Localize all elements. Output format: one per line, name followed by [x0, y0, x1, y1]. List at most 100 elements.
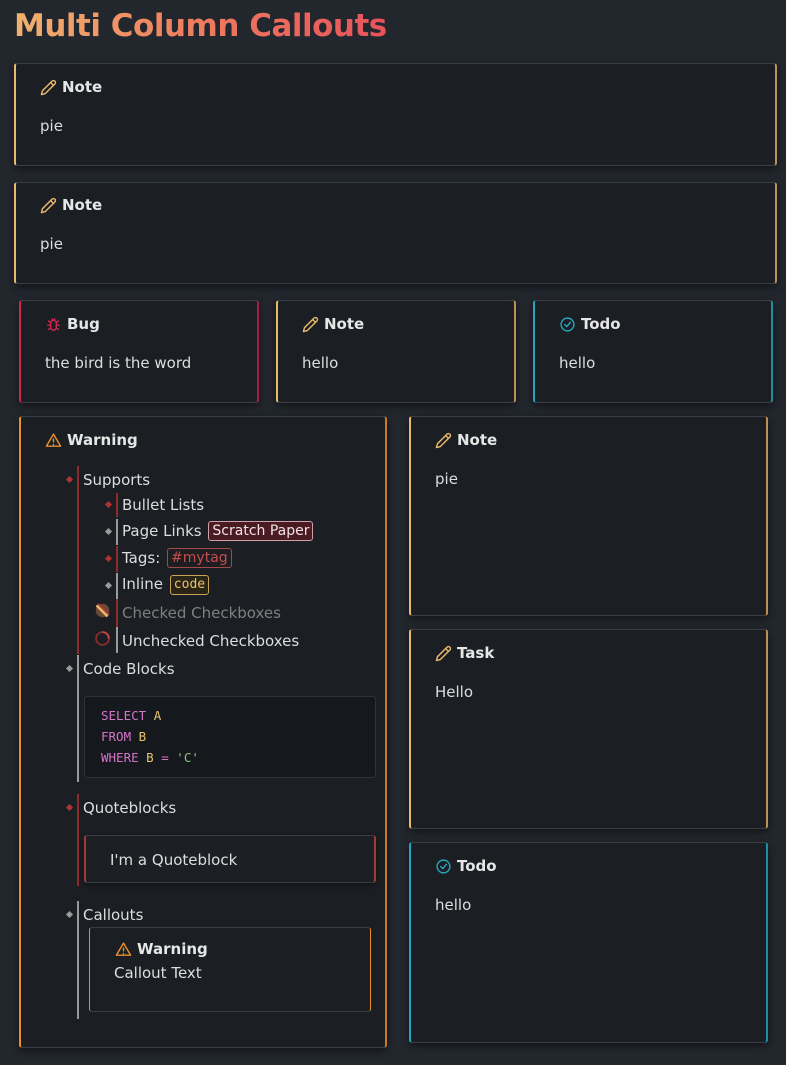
check-circle-icon [436, 858, 451, 874]
bullet [104, 527, 113, 536]
callout-title-text: Todo [581, 315, 621, 333]
code-keyword: FROM [101, 729, 132, 744]
callout-title[interactable]: Todo [435, 857, 497, 875]
callout-note: Note hello [276, 300, 516, 403]
callout-title[interactable]: Note [302, 315, 364, 333]
code-string: 'C' [176, 750, 199, 765]
code-identifier: A [153, 708, 162, 723]
indent-guide [77, 901, 79, 1019]
pencil-icon [40, 79, 57, 95]
callout-title[interactable]: Note [40, 78, 102, 96]
callout-title-text: Note [62, 78, 103, 96]
inline-code: code [169, 575, 210, 595]
callout-body: pie [40, 235, 63, 253]
list-item: Inline code [122, 575, 210, 595]
list-item: Tags: #mytag [122, 548, 232, 568]
callout-body: Hello [435, 683, 474, 701]
list-item-label: Page Links [122, 522, 202, 540]
indent-guide [116, 546, 118, 572]
pencil-icon [302, 316, 319, 332]
list-item: Page Links Scratch Paper [122, 521, 314, 541]
callout-todo: Todo hello [533, 300, 773, 403]
callout-note: Note pie [14, 182, 777, 284]
callout-task: Task Hello [409, 629, 768, 829]
bullet [104, 500, 113, 509]
callout-title[interactable]: Bug [45, 315, 100, 333]
callout-body: hello [302, 354, 339, 372]
indent-guide [77, 466, 79, 654]
callout-title[interactable]: Warning [115, 940, 208, 958]
callout-body: Callout Text [114, 964, 202, 982]
code-keyword: SELECT [101, 708, 147, 723]
indent-guide [116, 519, 118, 545]
callout-body: hello [435, 896, 472, 914]
callout-body: pie [40, 117, 63, 135]
list-item-label: Inline [122, 575, 164, 593]
bullet [65, 910, 74, 919]
callout-title[interactable]: Task [435, 644, 494, 662]
checked-checkbox-icon[interactable] [94, 602, 111, 619]
callout-body: the bird is the word [45, 354, 192, 372]
callout-title-text: Note [62, 196, 103, 214]
bug-icon [47, 317, 60, 331]
page-link[interactable]: Scratch Paper [208, 521, 314, 541]
callout-todo: Todo hello [409, 842, 768, 1043]
callout-title-text: Note [457, 431, 498, 449]
list-item-label: Tags: [122, 549, 161, 567]
code-block: SELECT A FROM B WHERE B = 'C' [84, 696, 376, 778]
callout-title-text: Todo [457, 857, 497, 875]
pencil-icon [435, 432, 452, 448]
list-item: Supports [83, 471, 151, 489]
callout-body: pie [435, 470, 458, 488]
list-item: Code Blocks [83, 660, 175, 678]
callout-title-text: Note [324, 315, 365, 333]
callout-note: Note pie [409, 416, 768, 616]
callout-title-text: Bug [67, 315, 100, 333]
warning-icon [45, 432, 62, 447]
code-line: SELECT A [101, 708, 161, 723]
bullet [104, 581, 113, 590]
code-identifier: B [138, 729, 147, 744]
callout-title[interactable]: Todo [559, 315, 621, 333]
bullet [104, 554, 113, 563]
callout-body: hello [559, 354, 596, 372]
list-item-unchecked: Unchecked Checkboxes [122, 632, 300, 650]
list-item: Quoteblocks [83, 799, 177, 817]
code-line: WHERE B = 'C' [101, 750, 199, 765]
bullet [65, 803, 74, 812]
pencil-icon [40, 197, 57, 213]
indent-guide [77, 794, 79, 886]
indent-guide [116, 573, 118, 599]
list-item: Callouts [83, 906, 144, 924]
callout-title-text: Warning [137, 940, 208, 958]
list-item-checked: Checked Checkboxes [122, 604, 281, 622]
warning-icon [115, 941, 132, 956]
callout-title[interactable]: Note [40, 196, 102, 214]
pencil-icon [435, 645, 452, 661]
callout-warning: Warning Supports Bullet Lists Page Links… [19, 416, 387, 1048]
indent-guide [116, 493, 118, 517]
tag[interactable]: #mytag [167, 548, 232, 568]
callout-title[interactable]: Note [435, 431, 497, 449]
callout-note: Note pie [14, 63, 777, 166]
indent-guide [116, 599, 118, 627]
nested-callout-warning: Warning Callout Text [89, 927, 371, 1012]
check-circle-icon [560, 316, 575, 332]
indent-guide [116, 627, 118, 653]
callout-title[interactable]: Warning [45, 431, 138, 449]
unchecked-checkbox-icon[interactable] [94, 630, 111, 647]
quote-text: I'm a Quoteblock [110, 851, 238, 869]
quote-block: I'm a Quoteblock [84, 835, 376, 883]
callout-title-text: Warning [67, 431, 138, 449]
bullet [65, 475, 74, 484]
indent-guide [77, 655, 79, 782]
list-item: Bullet Lists [122, 496, 205, 514]
bullet [65, 664, 74, 673]
code-operator: = [161, 750, 169, 765]
callout-bug: Bug the bird is the word [19, 300, 259, 403]
code-line: FROM B [101, 729, 146, 744]
page-title: Multi Column Callouts [14, 8, 387, 44]
callout-title-text: Task [457, 644, 495, 662]
code-keyword: WHERE [101, 750, 139, 765]
code-identifier: B [146, 750, 154, 765]
